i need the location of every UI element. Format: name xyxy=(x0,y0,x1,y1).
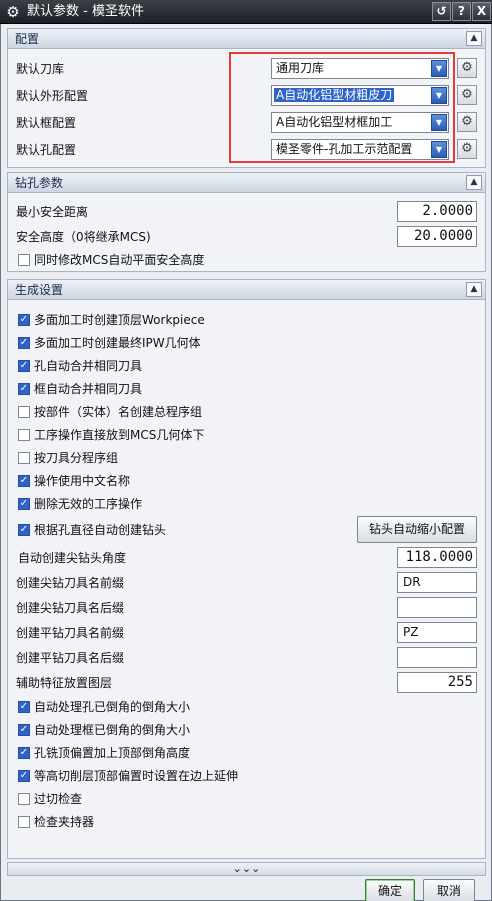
dialog-body: 配置 ▲ 默认刀库 通用刀库 ▼ ⚙ 默认外形配置 A自动化铝型材粗皮刀 ▼ ⚙… xyxy=(0,24,492,901)
check-label: 自动处理框已倒角的倒角大小 xyxy=(34,723,191,737)
close-button[interactable]: X xyxy=(472,2,491,21)
check-label: 等高切削层顶部偏置时设置在边上延伸 xyxy=(34,769,239,783)
check-label: 多面加工时创建顶层Workpiece xyxy=(34,313,205,327)
help-button[interactable]: ? xyxy=(452,2,471,21)
check-label: 框自动合并相同刀具 xyxy=(34,382,143,396)
reset-icon[interactable]: ↺ xyxy=(432,2,451,21)
chevron-down-icon[interactable]: ▼ xyxy=(431,60,447,77)
flat-suffix-input[interactable] xyxy=(397,647,477,668)
config-section: 配置 ▲ 默认刀库 通用刀库 ▼ ⚙ 默认外形配置 A自动化铝型材粗皮刀 ▼ ⚙… xyxy=(7,28,486,168)
safe-height-label: 安全高度（0将继承MCS) xyxy=(16,230,151,244)
drill-section-header[interactable]: 钻孔参数 ▲ xyxy=(8,173,485,193)
checkbox[interactable]: ✓ xyxy=(18,498,30,510)
default-library-value: 通用刀库 xyxy=(276,61,325,75)
check-label: 操作使用中文名称 xyxy=(34,474,131,488)
sync-mcs-checkbox[interactable] xyxy=(18,254,30,266)
checkbox[interactable]: ✓ xyxy=(18,337,30,349)
point-prefix-input[interactable]: DR xyxy=(397,572,477,593)
chevron-down-icon[interactable]: ▼ xyxy=(431,87,447,104)
checkbox[interactable]: ✓ xyxy=(18,770,30,782)
checkbox[interactable]: ✓ xyxy=(18,701,30,713)
default-profile-select[interactable]: A自动化铝型材粗皮刀 ▼ xyxy=(271,85,449,106)
default-frame-select[interactable]: A自动化铝型材框加工 ▼ xyxy=(271,112,449,133)
dialog-footer: 确定 取消 xyxy=(1,879,491,901)
default-hole-select[interactable]: 模圣零件-孔加工示范配置 ▼ xyxy=(271,139,449,160)
collapse-icon[interactable]: ▲ xyxy=(466,175,482,190)
check-label: 多面加工时创建最终IPW几何体 xyxy=(34,336,201,350)
default-frame-value: A自动化铝型材框加工 xyxy=(276,115,393,129)
checkbox[interactable] xyxy=(18,429,30,441)
config-section-title: 配置 xyxy=(15,32,40,46)
check-label: 按刀具分程序组 xyxy=(34,451,119,465)
gear-icon[interactable]: ⚙ xyxy=(457,139,477,159)
collapse-icon[interactable]: ▲ xyxy=(466,31,482,46)
checkbox[interactable] xyxy=(18,452,30,464)
check-label: 孔铣顶偏置加上顶部倒角高度 xyxy=(34,746,191,760)
min-safe-distance-input[interactable]: 2.0000 xyxy=(397,201,477,222)
chevron-down-icon[interactable]: ▼ xyxy=(431,114,447,131)
aux-layer-input[interactable]: 255 xyxy=(397,672,477,693)
sync-mcs-label: 同时修改MCS自动平面安全高度 xyxy=(34,253,205,267)
window-title: 默认参数 - 模圣软件 xyxy=(27,4,144,19)
collapse-icon[interactable]: ▲ xyxy=(466,282,482,297)
gear-icon[interactable]: ⚙ xyxy=(457,58,477,78)
drill-shrink-config-button[interactable]: 钻头自动缩小配置 xyxy=(357,516,477,543)
generation-section-header[interactable]: 生成设置 ▲ xyxy=(8,280,485,300)
aux-layer-label: 辅助特征放置图层 xyxy=(16,676,113,690)
default-profile-label: 默认外形配置 xyxy=(16,89,89,103)
default-profile-value: A自动化铝型材粗皮刀 xyxy=(274,88,395,102)
point-prefix-label: 创建尖钻刀具名前缀 xyxy=(16,576,125,590)
default-library-label: 默认刀库 xyxy=(16,62,65,76)
generation-section: 生成设置 ▲ ✓ 多面加工时创建顶层Workpiece ✓ 多面加工时创建最终I… xyxy=(7,279,486,859)
check-label: 检查夹持器 xyxy=(34,815,95,829)
checkbox[interactable] xyxy=(18,816,30,828)
checkbox[interactable]: ✓ xyxy=(18,360,30,372)
checkbox[interactable] xyxy=(18,406,30,418)
gear-icon[interactable]: ⚙ xyxy=(457,85,477,105)
flat-prefix-input[interactable]: PZ xyxy=(397,622,477,643)
flat-suffix-label: 创建平钻刀具名后缀 xyxy=(16,651,125,665)
checkbox[interactable]: ✓ xyxy=(18,314,30,326)
gear-icon[interactable]: ⚙ xyxy=(457,112,477,132)
checkbox[interactable]: ✓ xyxy=(18,724,30,736)
gear-icon: ⚙ xyxy=(6,3,20,21)
check-label: 孔自动合并相同刀具 xyxy=(34,359,143,373)
check-label: 过切检查 xyxy=(34,792,83,806)
expand-more-icon[interactable]: ⌄⌄⌄ xyxy=(7,862,486,876)
check-label: 工序操作直接放到MCS几何体下 xyxy=(34,428,205,442)
checkbox[interactable]: ✓ xyxy=(18,475,30,487)
chevron-down-icon[interactable]: ▼ xyxy=(431,141,447,158)
default-hole-label: 默认孔配置 xyxy=(16,143,77,157)
default-library-select[interactable]: 通用刀库 ▼ xyxy=(271,58,449,79)
generation-section-title: 生成设置 xyxy=(15,283,64,297)
safe-height-input[interactable]: 20.0000 xyxy=(397,226,477,247)
flat-prefix-label: 创建平钻刀具名前缀 xyxy=(16,626,125,640)
point-suffix-label: 创建尖钻刀具名后缀 xyxy=(16,601,125,615)
checkbox[interactable]: ✓ xyxy=(18,747,30,759)
drill-section-title: 钻孔参数 xyxy=(15,176,64,190)
auto-drill-label: 根据孔直径自动创建钻头 xyxy=(34,523,167,537)
config-section-header[interactable]: 配置 ▲ xyxy=(8,29,485,49)
check-label: 删除无效的工序操作 xyxy=(34,497,143,511)
drill-section: 钻孔参数 ▲ 最小安全距离 2.0000 安全高度（0将继承MCS) 20.00… xyxy=(7,172,486,272)
point-suffix-input[interactable] xyxy=(397,597,477,618)
min-safe-distance-label: 最小安全距离 xyxy=(16,205,89,219)
point-angle-input[interactable]: 118.0000 xyxy=(397,547,477,568)
auto-drill-checkbox[interactable]: ✓ xyxy=(18,524,30,536)
default-hole-value: 模圣零件-孔加工示范配置 xyxy=(276,142,413,156)
point-angle-label: 自动创建尖钻头角度 xyxy=(18,551,127,565)
cancel-button[interactable]: 取消 xyxy=(423,879,475,901)
checkbox[interactable]: ✓ xyxy=(18,383,30,395)
default-frame-label: 默认框配置 xyxy=(16,116,77,130)
check-label: 自动处理孔已倒角的倒角大小 xyxy=(34,700,191,714)
ok-button[interactable]: 确定 xyxy=(365,879,415,901)
check-label: 按部件（实体）名创建总程序组 xyxy=(34,405,203,419)
checkbox[interactable] xyxy=(18,793,30,805)
title-bar: ⚙ 默认参数 - 模圣软件 ↺ ? X xyxy=(0,0,492,24)
